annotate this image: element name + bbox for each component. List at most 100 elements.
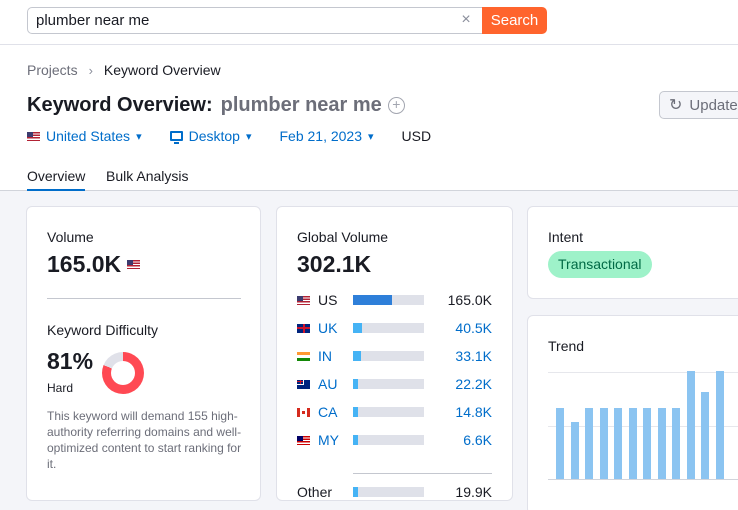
chevron-down-icon: ▾ [368,130,374,143]
country-volume[interactable]: 22.2K [455,376,492,392]
country-row: MY 6.6K [297,431,492,449]
my-flag-icon [297,435,310,445]
search-button[interactable]: Search [482,7,547,34]
trend-bar [657,408,666,479]
trend-bar [585,408,593,479]
device-selector[interactable]: Desktop ▾ [169,128,252,144]
date-selector[interactable]: Feb 21, 2023 ▾ [279,128,373,144]
tab-bar: Overview Bulk Analysis [0,166,738,191]
page-title-keyword: plumber near me [220,94,382,116]
tab-overview[interactable]: Overview [27,168,86,191]
trend-bar [643,408,651,479]
trend-bar [570,422,579,479]
breadcrumb-current: Keyword Overview [103,62,221,78]
country-code[interactable]: AU [318,376,352,392]
global-volume-label: Global Volume [297,229,389,245]
currency-label: USD [401,128,432,144]
trend-bar [686,371,695,479]
us-flag-icon [297,295,310,305]
filter-bar: United States ▾ Desktop ▾ Feb 21, 2023 ▾… [27,127,431,145]
trend-bar [715,371,724,479]
page-title: Keyword Overview: plumber near me + [27,94,405,117]
country-volume[interactable]: 33.1K [455,348,492,364]
breadcrumb: Projects › Keyword Overview [27,62,221,78]
country-code: US [318,292,338,308]
country-code[interactable]: IN [318,348,352,364]
country-code[interactable]: UK [318,320,352,336]
country-row: CA 14.8K [297,403,492,421]
country-row: US 165.0K [297,291,492,309]
update-button[interactable]: ↻ Update [659,91,738,119]
country-row: IN 33.1K [297,347,492,365]
clear-icon[interactable]: × [457,11,475,29]
divider [47,298,241,299]
volume-bar [353,295,424,305]
refresh-icon: ↻ [669,97,683,114]
country-row: AU 22.2K [297,375,492,393]
country-volume: 165.0K [447,292,492,308]
us-flag-icon [27,131,40,141]
desktop-icon [169,131,183,144]
in-flag-icon [297,351,310,361]
kd-label: Keyword Difficulty [47,322,159,338]
device-label: Desktop [188,128,240,144]
search-input[interactable] [27,7,483,34]
volume-card: Volume 165.0K Keyword Difficulty 81% Har… [26,206,261,501]
intent-card: Intent Transactional [527,206,738,299]
volume-bar [353,435,424,445]
add-to-list-icon[interactable]: + [387,97,405,114]
gridline [548,372,738,373]
other-label: Other [297,484,333,500]
au-flag-icon [297,379,310,389]
volume-bar-fill [353,295,392,305]
trend-bar [628,408,637,479]
trend-bar [701,392,709,479]
volume-bar-fill [353,407,358,417]
tab-bulk-analysis[interactable]: Bulk Analysis [106,168,188,189]
volume-bar-fill [353,351,361,361]
database-selector[interactable]: United States ▾ [27,128,142,144]
volume-value: 165.0K [47,251,122,277]
us-flag-icon [127,260,141,269]
baseline [548,479,738,480]
country-volume[interactable]: 40.5K [455,320,492,336]
country-volume[interactable]: 14.8K [455,404,492,420]
volume-bar-fill [353,379,358,389]
kd-value: 81% [47,348,94,374]
kd-donut-chart [102,352,144,394]
volume-bar-fill [353,435,358,445]
other-value: 19.9K [455,484,492,500]
date-label: Feb 21, 2023 [279,128,362,144]
country-code[interactable]: MY [318,432,352,448]
trend-label: Trend [548,338,585,354]
chevron-right-icon: › [88,62,93,78]
volume-value-row: 165.0K [47,251,141,278]
global-volume-value: 302.1K [297,251,372,277]
trend-bar [599,408,608,479]
breadcrumb-projects[interactable]: Projects [27,62,78,78]
volume-bar-fill [353,323,362,333]
ca-flag-icon [297,407,310,417]
uk-flag-icon [297,323,310,333]
volume-label: Volume [47,229,94,245]
country-code[interactable]: CA [318,404,352,420]
search-box: × Search [27,7,547,34]
trend-bar [556,408,564,479]
trend-card: Trend [527,315,738,510]
volume-bar [353,487,424,497]
chevron-down-icon: ▾ [136,130,142,143]
trend-bar [672,408,680,479]
content-area: Volume 165.0K Keyword Difficulty 81% Har… [0,191,738,510]
update-button-label: Update [689,96,738,114]
country-row-other: Other 19.9K [297,483,492,501]
page-title-prefix: Keyword Overview: [27,94,213,116]
intent-label: Intent [548,229,584,245]
volume-bar-fill [353,487,358,497]
intent-badge: Transactional [548,251,652,278]
volume-bar [353,379,424,389]
chevron-down-icon: ▾ [245,130,252,143]
country-row: UK 40.5K [297,319,492,337]
kd-level: Hard [47,381,74,395]
country-volume[interactable]: 6.6K [463,432,492,448]
top-bar: × Search [0,0,738,45]
